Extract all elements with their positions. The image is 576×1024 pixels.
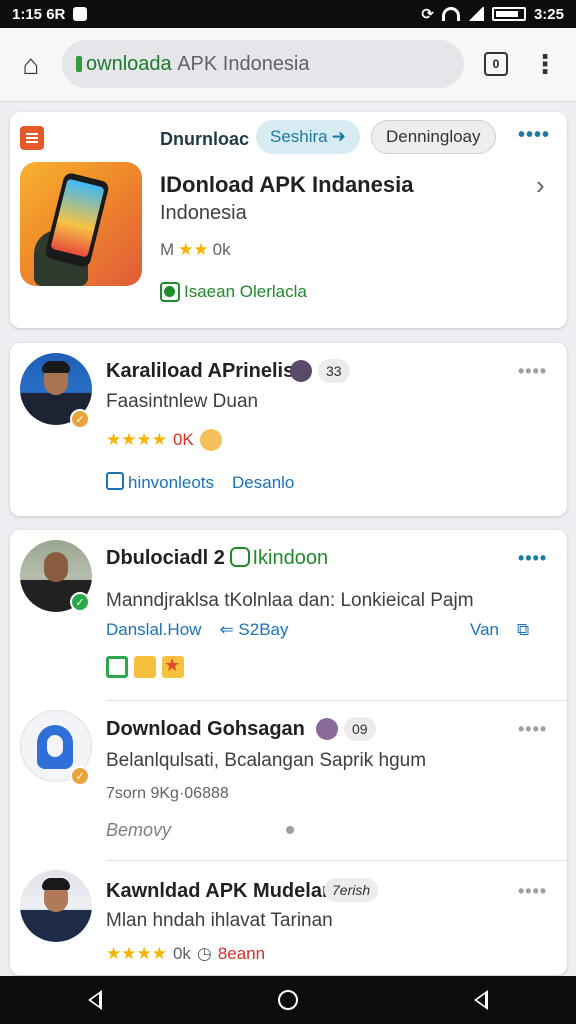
count-pill: 33 [318, 359, 350, 383]
stars-icon: ★★★★ [106, 430, 167, 449]
post-text: Mlan hndah ihlavat Tarinan [106, 910, 333, 931]
save-link-label: Van [470, 620, 499, 639]
download-link[interactable]: Desanlo [232, 473, 294, 493]
more-options-icon[interactable]: •••• [518, 881, 547, 902]
edit-link[interactable]: hinvonleots [106, 472, 214, 493]
verified-icon [160, 282, 180, 302]
signal-icon [467, 7, 484, 21]
more-options-icon[interactable]: •••• [518, 719, 547, 740]
app-icon[interactable] [20, 162, 142, 286]
author-name[interactable]: Download Gohsagan [106, 718, 305, 741]
author-name[interactable]: Kawnldad APK Mudelan [106, 880, 334, 903]
share-link-label: S2Bay [238, 620, 289, 639]
avatar[interactable] [20, 870, 92, 942]
author-name-text: Dbulociadl 2 [106, 547, 225, 569]
filter-chip-secondary[interactable]: Denningloay [371, 120, 496, 154]
rating-value: 0K [172, 430, 194, 449]
post-footer[interactable]: Bemovy [106, 820, 171, 841]
save-link[interactable]: Van ⧉ [470, 620, 529, 640]
home-button-icon[interactable] [278, 990, 298, 1010]
rating-extra: 8eann [217, 944, 266, 963]
app-subtitle: Indonesia [160, 202, 247, 224]
author-name[interactable]: Karaliload APrinelis [106, 360, 294, 383]
post-text: Faasintnlew Duan [106, 391, 259, 412]
tag-pill: 7erish [324, 878, 379, 902]
more-options-icon[interactable]: •••• [518, 124, 550, 147]
author-tag-label: Ikindoon [252, 547, 329, 569]
tab-switcher-button[interactable]: 0 [484, 52, 508, 76]
post-text: Belanlqulsati, Bcalangan Saprik hgum [106, 750, 427, 771]
status-bar: 1:15 6R ⟳ 3:25 [0, 0, 576, 28]
post-actions: Danslal.How ⇐ S2Bay [106, 620, 289, 640]
star-icon: ★★ [178, 240, 209, 259]
bookmark-icon: ⧉ [517, 620, 530, 639]
hamburger-icon[interactable] [20, 126, 44, 150]
share-link[interactable]: ⇐ S2Bay [219, 620, 288, 640]
filter-chip-primary[interactable]: Seshira ➜ [256, 120, 360, 154]
verified-badge-icon: ✓ [70, 766, 90, 786]
post-rating: ★★★★ 0k ◷ 8eann [106, 944, 265, 964]
edit-icon [106, 472, 124, 490]
system-nav-bar [0, 976, 576, 1024]
clock-icon: ◷ [196, 944, 212, 963]
emoji-icon [199, 429, 222, 451]
post-text: Manndjraklsa tKolnlaa dan: Lonkieical Pa… [106, 590, 474, 611]
app-rating: M ★★ 0k [160, 240, 231, 260]
card-label: Dnurnloac [160, 129, 250, 149]
secure-icon [76, 56, 82, 72]
phone-graphic [44, 171, 110, 269]
status-time-left: 1:15 6R [12, 5, 66, 23]
note-icon[interactable] [134, 656, 156, 678]
chevron-right-icon[interactable]: › [536, 170, 545, 201]
sync-icon: ⟳ [421, 6, 434, 23]
post-card[interactable]: ✓ Karaliload APrinelis 33 •••• Faasintnl… [10, 343, 567, 516]
verified-badge-icon: ✓ [70, 409, 90, 429]
author-tag: Ikindoon [230, 547, 328, 569]
rating-value: 0k [212, 240, 231, 259]
author-name[interactable]: Dbulociadl 2 Ikindoon [106, 547, 328, 570]
reaction-icons [106, 655, 184, 678]
verified-label: Isaean Olerlacla [184, 282, 307, 301]
battery-icon [491, 7, 526, 21]
url-bar[interactable]: ownloada APK Indonesia [62, 40, 464, 88]
app-card[interactable]: Dnurnloac Seshira ➜ Denningloay •••• IDon… [10, 112, 567, 328]
mini-avatar [290, 360, 312, 382]
divider [106, 700, 567, 701]
more-options-icon[interactable]: •••• [518, 361, 547, 382]
back-icon[interactable] [88, 990, 102, 1010]
overflow-menu-icon[interactable]: ⋮ [530, 48, 560, 80]
stars-icon: ★★★★ [106, 944, 167, 963]
post-rating: ★★★★ 0K [106, 429, 222, 451]
star-icon[interactable] [162, 655, 184, 678]
download-link[interactable]: Danslal.How [106, 620, 201, 640]
url-path: APK Indonesia [177, 52, 310, 75]
rating-value: 0k [172, 944, 191, 963]
divider [106, 860, 567, 861]
count-pill: 09 [344, 717, 376, 741]
share-icon: ⇐ [219, 620, 234, 639]
chat-icon[interactable] [106, 656, 128, 678]
edit-link-label: hinvonleots [128, 473, 215, 492]
chip-primary-label: Seshira [270, 127, 328, 146]
post-actions: hinvonleots Desanlo [106, 472, 294, 493]
post-meta: 7sorn 9Kg·06888 [106, 785, 229, 802]
app-title[interactable]: IDonload APK Indanesia [160, 172, 413, 198]
browser-toolbar: ⌂ ownloada APK Indonesia 0 ⋮ [0, 28, 576, 102]
notification-icon [73, 7, 88, 21]
feed-card: ✓ Dbulociadl 2 Ikindoon •••• Manndjrakls… [10, 530, 567, 975]
arrow-right-icon: ➜ [331, 127, 346, 146]
url-domain: ownloada [86, 52, 172, 75]
home-icon[interactable]: ⌂ [0, 28, 62, 102]
wifi-icon [441, 7, 460, 21]
verified-badge: Isaean Olerlacla [160, 282, 307, 302]
status-time-right: 3:25 [533, 5, 564, 23]
more-options-icon[interactable]: •••• [518, 548, 547, 569]
indicator-dot [286, 826, 294, 834]
tag-icon [230, 547, 251, 567]
recents-icon[interactable] [474, 990, 488, 1010]
mini-avatar [316, 718, 338, 740]
online-badge-icon: ✓ [70, 592, 90, 612]
rating-prefix: M [160, 240, 175, 259]
